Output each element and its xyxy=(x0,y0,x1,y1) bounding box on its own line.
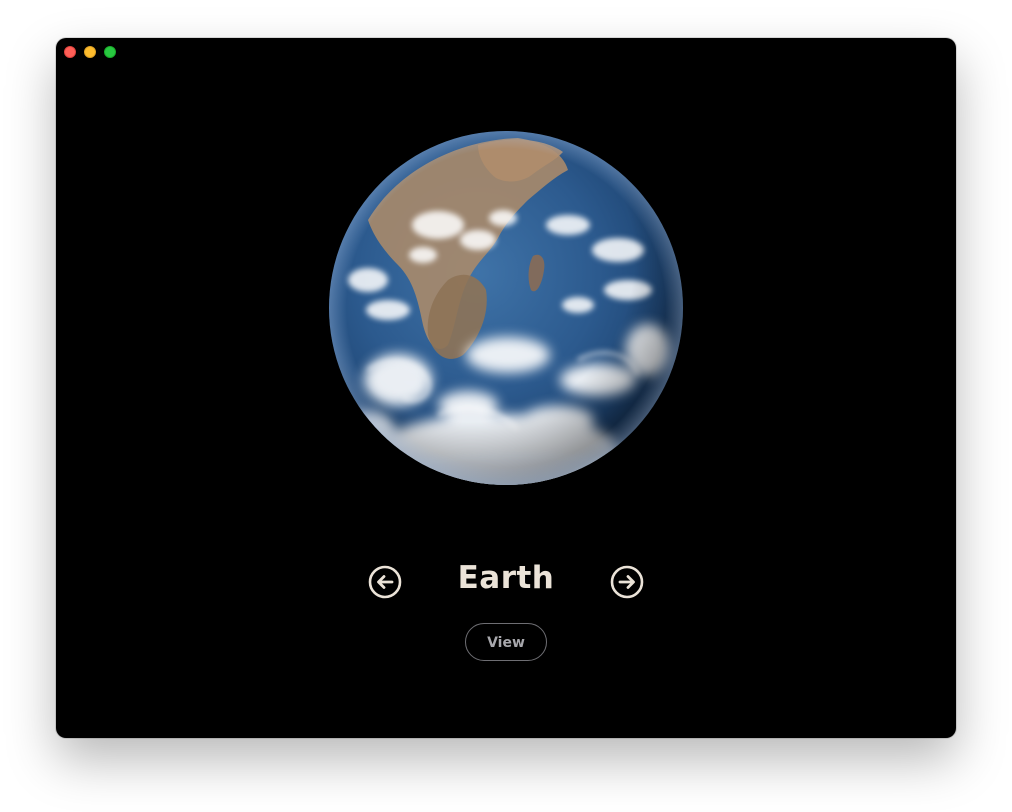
planet-name-title: Earth xyxy=(457,560,555,596)
arrow-right-circle-icon xyxy=(610,565,644,599)
planet-navigation: Earth xyxy=(56,558,956,606)
window-controls xyxy=(64,46,116,58)
arrow-left-circle-icon xyxy=(368,565,402,599)
next-planet-button[interactable] xyxy=(610,565,644,599)
planet-image xyxy=(328,130,684,486)
minimize-window-button[interactable] xyxy=(84,46,96,58)
previous-planet-button[interactable] xyxy=(368,565,402,599)
zoom-window-button[interactable] xyxy=(104,46,116,58)
earth-globe-image xyxy=(329,131,683,485)
view-button[interactable]: View xyxy=(465,623,547,661)
app-window: Earth View xyxy=(56,38,956,738)
close-window-button[interactable] xyxy=(64,46,76,58)
